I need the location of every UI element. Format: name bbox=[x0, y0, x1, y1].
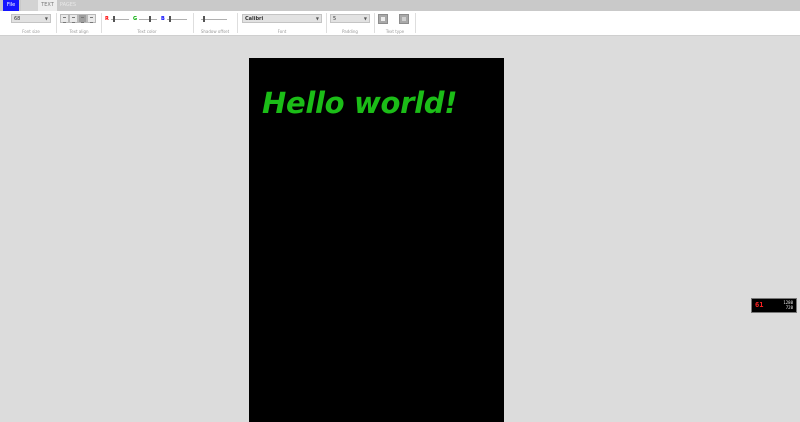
group-divider bbox=[326, 13, 327, 33]
preview-text[interactable]: Hello world! bbox=[262, 86, 457, 120]
align-right-button[interactable] bbox=[78, 14, 87, 23]
font-size-value: 68 bbox=[14, 16, 21, 22]
group-divider bbox=[415, 13, 416, 33]
shadow-offset-thumb[interactable] bbox=[203, 16, 205, 22]
text-type-icon bbox=[402, 17, 406, 21]
tab-pages[interactable]: PAGES bbox=[57, 0, 79, 11]
text-type-icon bbox=[381, 17, 385, 21]
group-divider bbox=[374, 13, 375, 33]
padding-label: Padding bbox=[342, 29, 358, 34]
tab-file[interactable]: File bbox=[3, 0, 19, 11]
font-select[interactable]: Calibri ▼ bbox=[242, 14, 322, 23]
font-size-group: 68 ▼ Font size bbox=[9, 12, 53, 34]
chevron-down-icon: ▼ bbox=[363, 16, 367, 21]
text-color-group: R G B Text color bbox=[103, 12, 191, 34]
tab-bar: File TEXT PAGES bbox=[0, 0, 800, 11]
align-center-button[interactable] bbox=[69, 14, 78, 23]
tab-text[interactable]: TEXT bbox=[38, 0, 57, 11]
text-type-label: Text type bbox=[385, 29, 405, 34]
text-color-label: Text color bbox=[137, 29, 157, 34]
font-size-select[interactable]: 68 ▼ bbox=[11, 14, 51, 23]
align-justify-icon bbox=[90, 17, 93, 23]
text-preview-canvas[interactable]: Hello world! bbox=[249, 58, 504, 422]
align-center-icon bbox=[72, 17, 75, 23]
font-label: Font bbox=[277, 29, 287, 34]
align-left-button[interactable] bbox=[60, 14, 69, 23]
font-group: Calibri ▼ Font bbox=[240, 12, 324, 34]
red-channel-label: R bbox=[105, 16, 109, 22]
font-size-label: Font size bbox=[22, 29, 40, 34]
fps-counter: 61 1280 720 bbox=[751, 298, 797, 313]
shadow-offset-group: Shadow offset bbox=[195, 12, 235, 34]
green-slider-thumb[interactable] bbox=[149, 16, 151, 22]
group-divider bbox=[193, 13, 194, 33]
green-slider[interactable] bbox=[139, 19, 157, 20]
align-justify-button[interactable] bbox=[87, 14, 96, 23]
align-left-icon bbox=[63, 17, 66, 23]
chevron-down-icon: ▼ bbox=[44, 16, 48, 21]
red-slider-thumb[interactable] bbox=[113, 16, 115, 22]
shadow-offset-label: Shadow offset bbox=[200, 29, 230, 34]
text-type-button-1[interactable] bbox=[378, 14, 388, 24]
align-right-icon bbox=[81, 17, 84, 23]
padding-select[interactable]: 5 ▼ bbox=[330, 14, 370, 23]
fps-value: 61 bbox=[755, 301, 764, 309]
text-align-label: Text align bbox=[69, 29, 89, 34]
padding-group: 5 ▼ Padding bbox=[328, 12, 372, 34]
ribbon-toolbar: 68 ▼ Font size Text align R G B Text col… bbox=[0, 11, 800, 36]
group-divider bbox=[237, 13, 238, 33]
fps-info: 1280 720 bbox=[783, 300, 793, 310]
text-align-group: Text align bbox=[58, 12, 100, 34]
blue-slider-thumb[interactable] bbox=[169, 16, 171, 22]
group-divider bbox=[56, 13, 57, 33]
chevron-down-icon: ▼ bbox=[315, 16, 319, 21]
green-channel-label: G bbox=[133, 16, 138, 22]
padding-value: 5 bbox=[333, 16, 337, 22]
fps-info-line-2: 720 bbox=[785, 305, 793, 310]
blue-channel-label: B bbox=[161, 16, 165, 22]
text-type-button-2[interactable] bbox=[399, 14, 409, 24]
font-value: Calibri bbox=[245, 16, 264, 22]
text-type-group: Text type bbox=[376, 12, 414, 34]
group-divider bbox=[101, 13, 102, 33]
tab-blank[interactable] bbox=[21, 0, 38, 11]
